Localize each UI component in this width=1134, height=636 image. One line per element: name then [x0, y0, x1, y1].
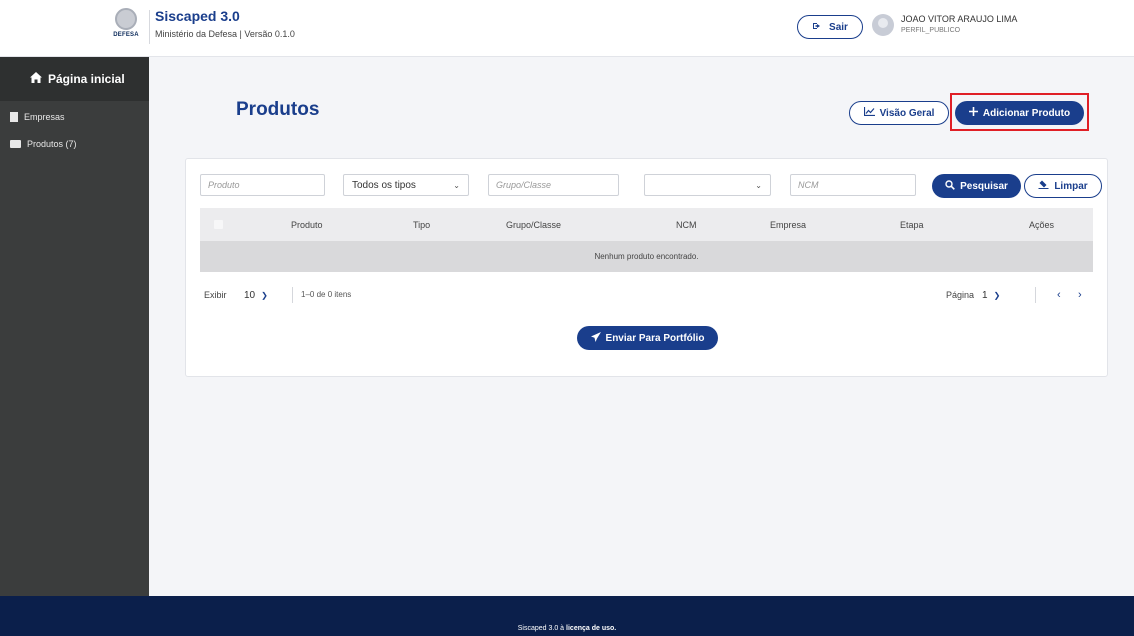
chevron-down-icon: ⌄ [453, 180, 460, 190]
logout-label: Sair [829, 21, 848, 33]
column-header-acoes: Ações [1029, 219, 1055, 230]
user-name: JOAO VITOR ARAUJO LIMA [901, 14, 1018, 24]
ncm-placeholder: NCM [798, 180, 819, 190]
paper-plane-icon [590, 331, 601, 345]
produto-input[interactable]: Produto [200, 174, 325, 196]
item-count: 1–0 de 0 itens [301, 290, 352, 299]
column-header-tipo[interactable]: Tipo [413, 208, 430, 241]
search-icon [945, 179, 955, 193]
chevron-right-icon[interactable]: › [1078, 289, 1082, 301]
chevron-down-icon: ❯ [261, 291, 268, 300]
pager-divider [292, 287, 293, 303]
chevron-down-icon: ⌄ [755, 180, 762, 190]
header-divider [149, 10, 150, 44]
footer-text: Siscaped 3.0 à [517, 625, 567, 632]
column-header-empresa[interactable]: Empresa [770, 208, 806, 241]
app-subtitle: Ministério da Defesa | Versão 0.1.0 [155, 29, 295, 39]
send-portfolio-button[interactable]: Enviar Para Portfólio [577, 326, 718, 350]
home-icon [30, 72, 42, 86]
tipo-select[interactable]: Todos os tipos ⌄ [343, 174, 469, 196]
footer: Siscaped 3.0 à licença de uso. [0, 596, 1134, 636]
empresa-select[interactable]: ⌄ [644, 174, 771, 196]
sign-out-icon [812, 21, 823, 34]
clear-label: Limpar [1054, 180, 1088, 192]
avatar[interactable] [872, 14, 894, 36]
page-title: Produtos [236, 99, 320, 120]
top-header: DEFESA Siscaped 3.0 Ministério da Defesa… [0, 0, 1134, 57]
search-button[interactable]: Pesquisar [932, 174, 1021, 198]
folder-icon [10, 140, 21, 148]
add-product-label: Adicionar Produto [982, 107, 1071, 119]
sidebar-item-label: Produtos (7) [27, 139, 77, 149]
eraser-icon [1038, 180, 1049, 192]
search-label: Pesquisar [960, 180, 1008, 192]
add-product-button[interactable]: Adicionar Produto [955, 101, 1084, 125]
chart-line-icon [863, 107, 875, 119]
overview-button[interactable]: Visão Geral [849, 101, 949, 125]
license-link[interactable]: licença de uso. [566, 625, 616, 632]
sidebar-item-home[interactable]: Página inicial [0, 57, 149, 101]
page-label: Página [946, 290, 975, 300]
logo-text: DEFESA [113, 32, 139, 38]
column-header-etapa[interactable]: Etapa [900, 208, 924, 241]
sidebar-home-label: Página inicial [48, 72, 125, 86]
grupo-input[interactable]: Grupo/Classe [488, 174, 619, 196]
pager-divider [1035, 287, 1036, 303]
empty-table-message: Nenhum produto encontrado. [200, 241, 1093, 272]
overview-label: Visão Geral [879, 107, 935, 119]
page-size-label: Exibir [204, 290, 227, 300]
page-size-select[interactable]: 10 ❯ [244, 290, 268, 301]
column-header-ncm[interactable]: NCM [676, 208, 697, 241]
tipo-selected: Todos os tipos [352, 179, 416, 191]
chevron-down-icon: ❯ [993, 291, 1001, 300]
table-header: Produto Tipo Grupo/Classe NCM Empresa Et… [200, 208, 1093, 241]
clear-button[interactable]: Limpar [1024, 174, 1102, 198]
logout-button[interactable]: Sair [797, 15, 863, 39]
current-page: 1 [982, 290, 988, 301]
page-select[interactable]: 1 ❯ [982, 290, 1000, 301]
coat-of-arms-icon [115, 8, 137, 30]
ncm-input[interactable]: NCM [790, 174, 916, 196]
sidebar: Página inicial Empresas Produtos (7) [0, 57, 149, 596]
ministry-logo: DEFESA [108, 8, 144, 48]
products-card: Produto Todos os tipos ⌄ Grupo/Classe ⌄ … [185, 158, 1108, 377]
user-role: PERFIL_PUBLICO [901, 27, 961, 34]
column-header-grupo[interactable]: Grupo/Classe [506, 208, 561, 241]
grupo-placeholder: Grupo/Classe [496, 180, 552, 190]
page-size-value: 10 [244, 290, 256, 301]
sidebar-item-produtos[interactable]: Produtos (7) [0, 133, 149, 155]
chevron-left-icon[interactable]: ‹ [1057, 289, 1061, 301]
send-portfolio-label: Enviar Para Portfólio [605, 332, 705, 344]
produto-placeholder: Produto [208, 180, 240, 190]
select-all-checkbox[interactable] [214, 220, 223, 229]
building-icon [10, 112, 18, 122]
plus-icon [968, 107, 978, 119]
column-header-produto[interactable]: Produto [291, 208, 323, 241]
sidebar-item-label: Empresas [24, 112, 65, 122]
app-title: Siscaped 3.0 [155, 8, 240, 24]
sidebar-item-empresas[interactable]: Empresas [0, 106, 149, 128]
